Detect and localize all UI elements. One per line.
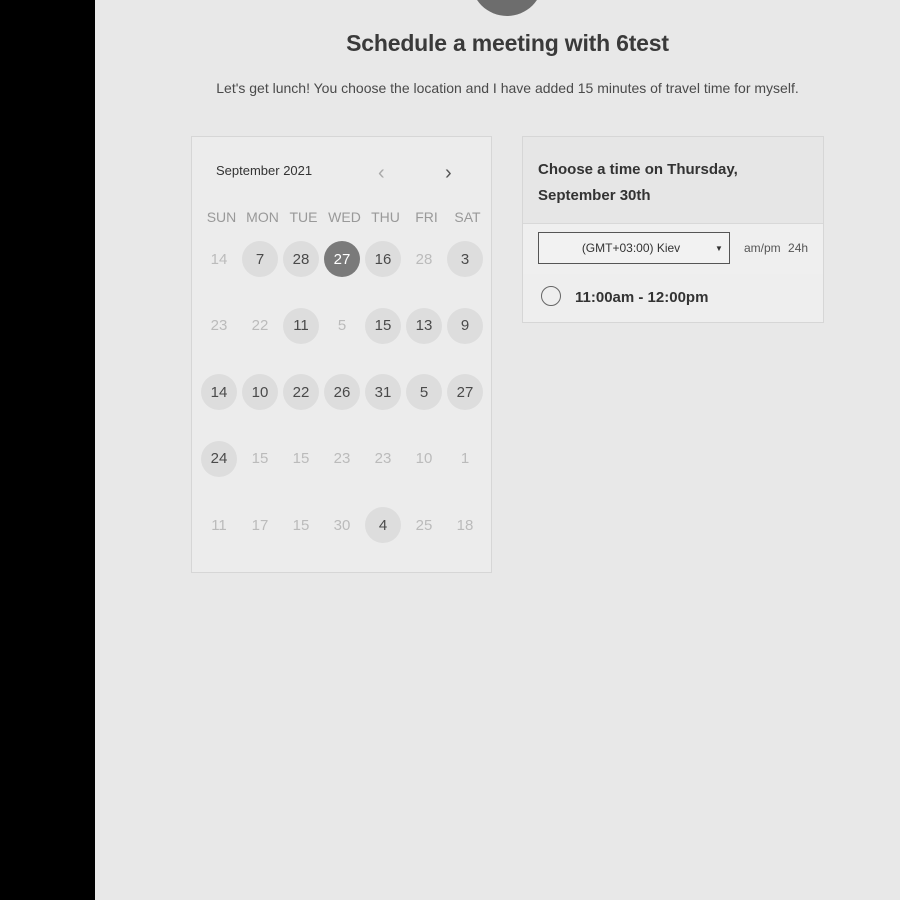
calendar-day[interactable]: 31 [365, 374, 401, 410]
calendar-day[interactable]: 4 [365, 507, 401, 543]
time-slot-label: 11:00am - 12:00pm [575, 289, 709, 306]
time-panel: Choose a time on Thursday, September 30t… [522, 136, 824, 323]
calendar-day: 18 [456, 516, 474, 534]
time-slot[interactable]: 11:00am - 12:00pm [523, 274, 823, 322]
weekday-label: WED [328, 209, 361, 225]
format-ampm-option[interactable]: am/pm [744, 241, 781, 255]
calendar-day: 15 [292, 516, 310, 534]
calendar-day: 23 [374, 450, 392, 467]
calendar-day: 5 [337, 317, 347, 334]
calendar-day: 15 [292, 450, 310, 467]
page-subtitle: Let's get lunch! You choose the location… [216, 80, 799, 96]
prev-month-icon[interactable]: ‹ [378, 163, 385, 183]
time-panel-title: Choose a time on Thursday, September 30t… [538, 161, 738, 204]
month-label: September 2021 [216, 163, 313, 178]
calendar-day[interactable]: 10 [242, 374, 278, 410]
calendar-day[interactable]: 22 [283, 374, 319, 410]
calendar-day: 23 [210, 317, 228, 334]
calendar-day: 17 [251, 516, 269, 534]
weekday-label: TUE [289, 209, 318, 225]
calendar-day: 15 [251, 450, 269, 467]
calendar-day[interactable]: 15 [365, 307, 401, 344]
scheduling-page: Schedule a meeting with 6test Let's get … [95, 0, 900, 900]
timezone-value: (GMT+03:00) Kiev [581, 241, 681, 255]
weekday-header: SUN MON TUE WED THU FRI SAT [204, 209, 491, 229]
next-month-icon[interactable]: › [445, 163, 452, 183]
calendar-day[interactable]: 9 [447, 307, 483, 344]
calendar: September 2021 ‹ › SUN MON TUE WED THU FRI SAT… [191, 136, 492, 573]
calendar-day-selected[interactable]: 27 [324, 241, 360, 277]
page-title: Schedule a meeting with 6test [346, 30, 669, 56]
calendar-day[interactable]: 14 [201, 374, 237, 410]
calendar-day[interactable]: 16 [365, 241, 401, 277]
weekday-label: MON [246, 209, 279, 225]
calendar-day[interactable]: 11 [283, 307, 319, 344]
calendar-day[interactable]: 24 [201, 440, 237, 477]
host-avatar [471, 0, 543, 16]
calendar-day[interactable]: 5 [406, 374, 442, 410]
time-panel-header: Choose a time on Thursday, September 30t… [523, 137, 823, 224]
calendar-day: 1 [460, 450, 470, 467]
calendar-day: 10 [415, 450, 433, 467]
calendar-day[interactable]: 27 [447, 374, 483, 410]
calendar-day: 30 [333, 516, 351, 534]
calendar-day: 22 [251, 317, 269, 334]
calendar-day: 23 [333, 450, 351, 467]
calendar-day[interactable]: 26 [324, 374, 360, 410]
calendar-day: 25 [415, 516, 433, 534]
weekday-label: SUN [206, 209, 237, 225]
weekday-label: FRI [415, 209, 438, 225]
format-24h-option[interactable]: 24h [788, 241, 808, 255]
calendar-day[interactable]: 7 [242, 241, 278, 277]
time-format-toggle: am/pm 24h [744, 241, 812, 255]
weekday-label: SAT [454, 209, 481, 225]
chevron-down-icon: ▼ [715, 243, 723, 253]
calendar-day: 11 [211, 516, 227, 534]
weekday-label: THU [371, 209, 400, 225]
calendar-day[interactable]: 28 [283, 241, 319, 277]
calendar-day: 14 [210, 250, 228, 268]
timezone-select[interactable]: (GMT+03:00) Kiev ▼ [538, 232, 730, 264]
calendar-day[interactable]: 13 [406, 307, 442, 344]
calendar-day: 28 [415, 250, 433, 268]
radio-circle-icon[interactable] [541, 286, 561, 306]
calendar-day[interactable]: 3 [447, 241, 483, 277]
